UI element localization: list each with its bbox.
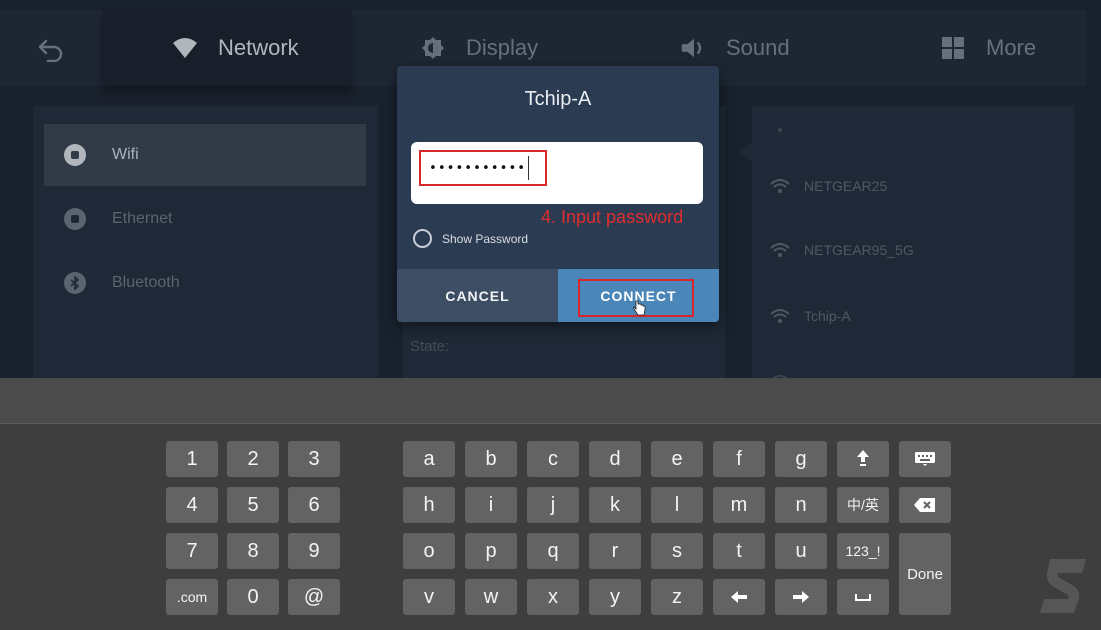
show-password-toggle[interactable]: Show Password xyxy=(413,229,528,248)
right-arrow-key[interactable] xyxy=(775,579,827,615)
space-key[interactable] xyxy=(837,579,889,615)
password-value: ••••••••••• xyxy=(429,160,527,176)
key[interactable]: j xyxy=(527,487,579,523)
key[interactable]: 8 xyxy=(227,533,279,569)
key[interactable]: x xyxy=(527,579,579,615)
keyboard-suggestion-strip xyxy=(0,378,1101,424)
cancel-label: CANCEL xyxy=(445,287,510,304)
app-logo-icon xyxy=(1036,555,1092,617)
left-arrow-key[interactable] xyxy=(713,579,765,615)
key[interactable]: w xyxy=(465,579,517,615)
key[interactable]: 2 xyxy=(227,441,279,477)
key[interactable]: s xyxy=(651,533,703,569)
key[interactable]: o xyxy=(403,533,455,569)
key[interactable]: c xyxy=(527,441,579,477)
password-input-container: ••••••••••• xyxy=(411,142,703,204)
key[interactable]: q xyxy=(527,533,579,569)
instruction-annotation: 4. Input password xyxy=(541,207,684,227)
shift-icon xyxy=(857,450,869,466)
key[interactable]: r xyxy=(589,533,641,569)
dialog-title: Tchip-A xyxy=(524,88,592,110)
key[interactable]: m xyxy=(713,487,765,523)
shift-key[interactable] xyxy=(837,441,889,477)
key[interactable]: e xyxy=(651,441,703,477)
arrow-left-icon xyxy=(731,591,747,603)
key[interactable]: 3 xyxy=(288,441,340,477)
key[interactable]: 5 xyxy=(227,487,279,523)
key[interactable]: n xyxy=(775,487,827,523)
key[interactable]: 0 xyxy=(227,579,279,615)
hide-keyboard-key[interactable] xyxy=(899,441,951,477)
key[interactable]: b xyxy=(465,441,517,477)
key-dotcom[interactable]: .com xyxy=(166,579,218,615)
key[interactable]: g xyxy=(775,441,827,477)
text-cursor xyxy=(528,156,530,180)
key[interactable]: k xyxy=(589,487,641,523)
radio-button[interactable] xyxy=(413,229,432,248)
key[interactable]: 1 xyxy=(166,441,218,477)
key[interactable]: t xyxy=(713,533,765,569)
key[interactable]: f xyxy=(713,441,765,477)
key[interactable]: 4 xyxy=(166,487,218,523)
key[interactable]: 9 xyxy=(288,533,340,569)
backspace-key[interactable] xyxy=(899,487,951,523)
keyboard-icon xyxy=(915,452,935,466)
key[interactable]: y xyxy=(589,579,641,615)
key[interactable]: 6 xyxy=(288,487,340,523)
key[interactable]: d xyxy=(589,441,641,477)
connect-button[interactable]: CONNECT xyxy=(558,269,719,322)
key[interactable]: z xyxy=(651,579,703,615)
tv-settings-screen: Network Display Sound More Wifi Ethernet… xyxy=(0,0,1101,630)
key-at[interactable]: @ xyxy=(288,579,340,615)
cancel-button[interactable]: CANCEL xyxy=(397,269,558,322)
password-input[interactable]: ••••••••••• xyxy=(419,150,547,186)
key[interactable]: v xyxy=(403,579,455,615)
key[interactable]: p xyxy=(465,533,517,569)
wifi-password-dialog: Tchip-A ••••••••••• 4. Input password Sh… xyxy=(397,66,719,322)
key[interactable]: h xyxy=(403,487,455,523)
key[interactable]: l xyxy=(651,487,703,523)
key[interactable]: u xyxy=(775,533,827,569)
hand-cursor-icon xyxy=(632,300,646,321)
backspace-icon xyxy=(914,498,935,512)
space-icon xyxy=(855,594,871,601)
show-password-label: Show Password xyxy=(442,231,529,246)
key[interactable]: 7 xyxy=(166,533,218,569)
key[interactable]: a xyxy=(403,441,455,477)
arrow-right-icon xyxy=(793,591,809,603)
symbols-key[interactable]: 123_! xyxy=(837,533,889,569)
language-switch-key[interactable]: 中/英 xyxy=(837,487,889,523)
key[interactable]: i xyxy=(465,487,517,523)
done-key[interactable]: Done xyxy=(899,533,951,615)
